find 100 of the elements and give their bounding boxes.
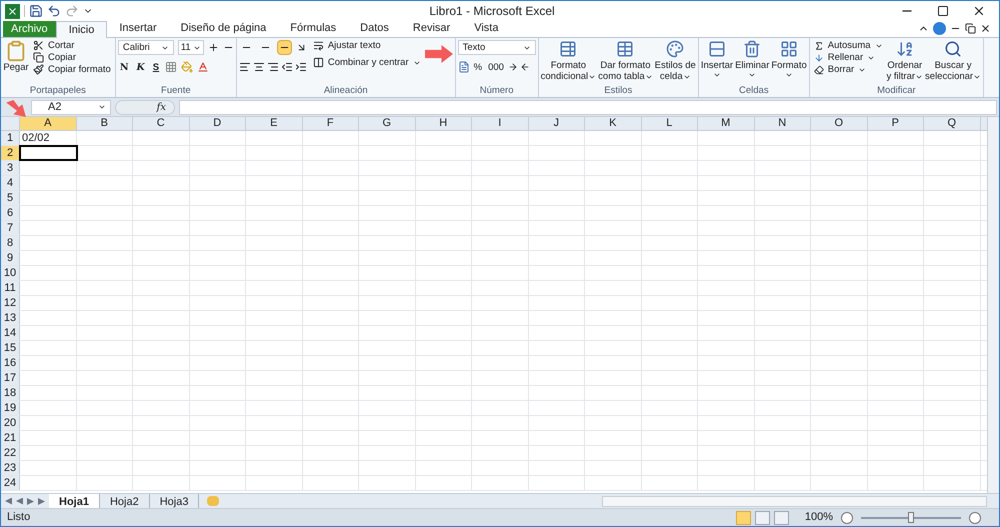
percent-button[interactable]: % [472, 62, 484, 72]
help-icon[interactable] [933, 22, 946, 35]
column-header[interactable]: C [133, 117, 190, 130]
row-header[interactable]: 14 [1, 326, 20, 340]
align-icon[interactable] [238, 61, 251, 73]
row-header[interactable]: 9 [1, 251, 20, 265]
increase-decimal-icon[interactable] [508, 62, 518, 72]
decrease-decimal-icon[interactable] [520, 62, 530, 72]
grow-font-icon[interactable] [208, 42, 219, 53]
cell[interactable]: 02/02 [20, 131, 76, 145]
zoom-out-icon[interactable] [841, 512, 853, 524]
save-icon[interactable] [29, 4, 43, 18]
zoom-in-icon[interactable] [969, 512, 981, 524]
fill-button[interactable]: Rellenar [812, 52, 885, 63]
ribbon-tab[interactable]: Inicio [56, 21, 108, 38]
row-header[interactable]: 10 [1, 266, 20, 280]
sheet-tab[interactable]: Hoja1 [49, 494, 100, 508]
row-header[interactable]: 23 [1, 461, 20, 475]
bold-button[interactable]: N [118, 62, 131, 72]
ribbon-tab[interactable]: Fórmulas [278, 20, 348, 37]
column-header[interactable]: I [472, 117, 528, 130]
row-header[interactable]: 22 [1, 446, 20, 460]
row-header[interactable]: 8 [1, 236, 20, 250]
row-header[interactable]: 12 [1, 296, 20, 310]
column-header[interactable]: P [868, 117, 924, 130]
row-header[interactable]: 24 [1, 476, 20, 490]
font-color-icon[interactable] [197, 61, 210, 73]
increase-indent-icon[interactable] [294, 61, 307, 73]
row-header[interactable]: 5 [1, 191, 20, 205]
row-header[interactable]: 3 [1, 161, 20, 175]
undo-icon[interactable] [47, 4, 61, 18]
formula-input[interactable] [179, 100, 997, 114]
column-header[interactable]: B [76, 117, 133, 130]
row-header[interactable]: 15 [1, 341, 20, 355]
find-select-button[interactable]: Buscar y seleccionar [925, 40, 982, 82]
column-header[interactable]: N [754, 117, 811, 130]
italic-button[interactable]: K [134, 62, 147, 72]
strikethrough-button[interactable]: S [150, 62, 162, 72]
paste-button[interactable]: Pegar [3, 40, 29, 73]
align-icon[interactable] [266, 61, 279, 73]
row-header[interactable]: 1 [1, 131, 20, 145]
row-header[interactable]: 21 [1, 431, 20, 445]
cells-button[interactable]: Eliminar [735, 40, 770, 79]
currency-icon[interactable] [458, 61, 470, 73]
row-header[interactable]: 4 [1, 176, 20, 190]
name-box[interactable]: A2 [31, 100, 111, 114]
row-header[interactable]: 13 [1, 311, 20, 325]
borders-icon[interactable] [165, 61, 178, 73]
column-header[interactable]: K [585, 117, 642, 130]
vertical-scrollbar[interactable] [987, 117, 999, 493]
font-name-dropdown[interactable]: Calibri [118, 40, 174, 55]
column-header[interactable]: A [20, 117, 76, 130]
column-header[interactable]: O [811, 117, 868, 130]
copy-button[interactable]: Copiar [31, 52, 113, 63]
column-header[interactable]: M [698, 117, 754, 130]
number-format-dropdown[interactable]: Texto [458, 40, 536, 55]
ribbon-tab[interactable]: Vista [462, 20, 510, 37]
align-icon[interactable] [252, 61, 265, 73]
column-header[interactable]: L [642, 117, 698, 130]
format-painter-button[interactable]: Copiar formato [31, 64, 113, 75]
row-header[interactable]: 2 [1, 146, 20, 160]
ribbon-tab[interactable]: Revisar [400, 20, 462, 37]
fill-color-icon[interactable] [181, 61, 194, 73]
restore-icon[interactable] [965, 23, 976, 34]
thousands-button[interactable]: 000 [486, 62, 506, 72]
zoom-level[interactable]: 100% [804, 509, 833, 526]
row-header[interactable]: 6 [1, 206, 20, 220]
zoom-slider-thumb[interactable] [908, 512, 914, 522]
vertical-align-button[interactable] [276, 40, 292, 55]
column-header[interactable]: F [302, 117, 359, 130]
row-header[interactable]: 18 [1, 386, 20, 400]
close-icon[interactable] [980, 23, 991, 34]
insert-function-button[interactable]: fx [156, 100, 166, 114]
sort-filter-button[interactable]: Ordenar y filtrar [886, 40, 924, 82]
ribbon-tab[interactable]: Insertar [107, 20, 169, 37]
styles-button[interactable]: Estilos de celda [654, 40, 696, 82]
active-cell[interactable] [20, 146, 76, 160]
row-header[interactable]: 20 [1, 416, 20, 430]
cells-button[interactable]: Formato [771, 40, 807, 79]
row-header[interactable]: 11 [1, 281, 20, 295]
column-header[interactable]: J [528, 117, 585, 130]
font-size-dropdown[interactable]: 11 [178, 40, 204, 55]
file-tab[interactable]: Archivo [3, 21, 56, 37]
column-header[interactable]: G [359, 117, 416, 130]
horizontal-scrollbar[interactable] [602, 496, 987, 506]
styles-button[interactable]: Dar formato como tabla [598, 40, 653, 82]
styles-button[interactable]: Formato condicional [540, 40, 596, 82]
row-header[interactable]: 17 [1, 371, 20, 385]
merge-center-button[interactable]: Combinar y centrar [310, 57, 423, 68]
wrap-text-button[interactable]: Ajustar texto [310, 40, 423, 51]
row-header[interactable]: 19 [1, 401, 20, 415]
cut-button[interactable]: Cortar [31, 40, 113, 51]
column-header[interactable]: D [190, 117, 246, 130]
clear-button[interactable]: Borrar [812, 64, 885, 75]
cells-button[interactable]: Insertar [700, 40, 734, 79]
row-header[interactable]: 7 [1, 221, 20, 235]
column-header[interactable]: H [416, 117, 472, 130]
row-header[interactable]: 16 [1, 356, 20, 370]
ribbon-tab[interactable]: Diseño de página [168, 20, 278, 37]
ribbon-tab[interactable]: Datos [348, 20, 401, 37]
